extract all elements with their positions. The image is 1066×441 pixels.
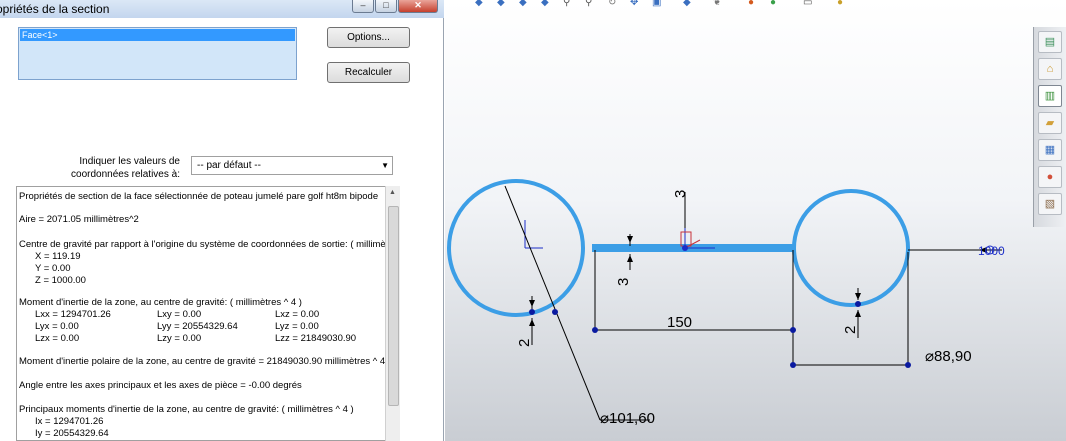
results-principal-iy: Iy = 20554329.64 bbox=[35, 428, 109, 439]
close-button[interactable]: ✕ bbox=[398, 0, 438, 13]
selection-list[interactable]: Face<1> bbox=[18, 27, 297, 80]
coordinate-system-label: Indiquer les valeurs de coordonnées rela… bbox=[71, 156, 180, 180]
section-properties-dialog: ropriétés de la section – □ ✕ Face<1> Op… bbox=[0, 0, 444, 441]
matrix-cell: Lzz = 21849030.90 bbox=[275, 333, 357, 344]
results-centroid-x: X = 119.19 bbox=[35, 251, 81, 262]
selection-item-face[interactable]: Face<1> bbox=[20, 29, 295, 41]
matrix-cell: Lyy = 20554329.64 bbox=[157, 321, 238, 332]
minimize-button[interactable]: – bbox=[352, 0, 374, 13]
dimension-lines bbox=[504, 185, 1002, 421]
results-principal-ix: Ix = 1294701.26 bbox=[35, 416, 104, 427]
matrix-cell: Lxy = 0.00 bbox=[157, 309, 202, 320]
options-button[interactable]: Options... bbox=[327, 27, 410, 48]
results-header: Propriétés de section de la face sélecti… bbox=[19, 191, 379, 202]
results-angle: Angle entre les axes principaux et les a… bbox=[19, 380, 302, 391]
dimension-3-top[interactable]: 3 bbox=[672, 190, 689, 198]
matrix-cell: Lxz = 0.00 bbox=[275, 309, 320, 320]
maximize-button[interactable]: □ bbox=[375, 0, 397, 13]
matrix-cell: Lzx = 0.00 bbox=[35, 333, 80, 344]
custom-properties-icon[interactable]: ▧ bbox=[1038, 193, 1062, 215]
matrix-cell: Lyx = 0.00 bbox=[35, 321, 79, 332]
left-tube-profile[interactable] bbox=[447, 179, 585, 317]
dimension-2-right[interactable]: 2 bbox=[842, 326, 859, 334]
results-centroid-y: Y = 0.00 bbox=[35, 263, 71, 274]
resources-icon[interactable]: ▤ bbox=[1038, 31, 1062, 53]
scrollbar-thumb[interactable] bbox=[388, 206, 399, 406]
results-principal-title: Principaux moments d'inertie de la zone,… bbox=[19, 404, 354, 415]
right-tube-profile[interactable] bbox=[792, 189, 910, 307]
dimension-diameter-88-90[interactable]: ⌀88,90 bbox=[925, 348, 972, 365]
task-pane-tabs: ▤ ⌂ ▥ ▰ ▦ ● ▧ bbox=[1033, 27, 1066, 227]
results-area: Aire = 2071.05 millimètres^2 bbox=[19, 214, 139, 225]
matrix-cell: Lyz = 0.00 bbox=[275, 321, 319, 332]
matrix-cell: Lxx = 1294701.26 bbox=[35, 309, 111, 320]
dialog-titlebar[interactable]: ropriétés de la section – □ ✕ bbox=[0, 0, 444, 18]
folder-icon[interactable]: ▰ bbox=[1038, 112, 1062, 134]
palette-icon[interactable]: ▦ bbox=[1038, 139, 1062, 161]
results-textbox[interactable]: Propriétés de section de la face sélecti… bbox=[16, 186, 400, 441]
library-icon[interactable]: ▥ bbox=[1038, 85, 1062, 107]
dimension-2-left[interactable]: 2 bbox=[516, 339, 533, 347]
dimension-diameter-101-60[interactable]: ⌀101,60 bbox=[600, 410, 655, 427]
sketch-canvas[interactable]: 150 3 3 2 2 ⌀88,90 ⌀101,60 1000 bbox=[445, 0, 1066, 441]
dimension-150[interactable]: 150 bbox=[667, 314, 692, 331]
results-centroid-title: Centre de gravité par rapport à l'origin… bbox=[19, 239, 400, 250]
coordinate-system-select[interactable]: -- par défaut -- ▼ bbox=[191, 156, 393, 175]
scroll-up-icon[interactable]: ▲ bbox=[389, 189, 396, 196]
matrix-cell: Lzy = 0.00 bbox=[157, 333, 202, 344]
dimension-3-plate[interactable]: 3 bbox=[615, 278, 632, 286]
results-scrollbar[interactable]: ▲ bbox=[385, 186, 400, 441]
origin-triad bbox=[524, 220, 715, 249]
recalculate-button[interactable]: Recalculer bbox=[327, 62, 410, 83]
appearances-icon[interactable]: ● bbox=[1038, 166, 1062, 188]
results-moment-title: Moment d'inertie de la zone, au centre d… bbox=[19, 297, 302, 308]
side-distance-label: 1000 bbox=[978, 244, 1005, 258]
dialog-title: ropriétés de la section bbox=[0, 2, 110, 16]
chevron-down-icon[interactable]: ▼ bbox=[381, 157, 389, 174]
coordinate-system-value: -- par défaut -- bbox=[197, 160, 261, 171]
results-centroid-z: Z = 1000.00 bbox=[35, 275, 86, 286]
home-icon[interactable]: ⌂ bbox=[1038, 58, 1062, 80]
graphics-area[interactable]: ◆ ◆ ◆ ◆ ⚲ ⚲ ↻ ✥ ▣ ◆ ❦ ● ● ▭ ● 150 3 3 2 … bbox=[445, 0, 1066, 441]
results-polar-moment: Moment d'inertie polaire de la zone, au … bbox=[19, 356, 386, 367]
